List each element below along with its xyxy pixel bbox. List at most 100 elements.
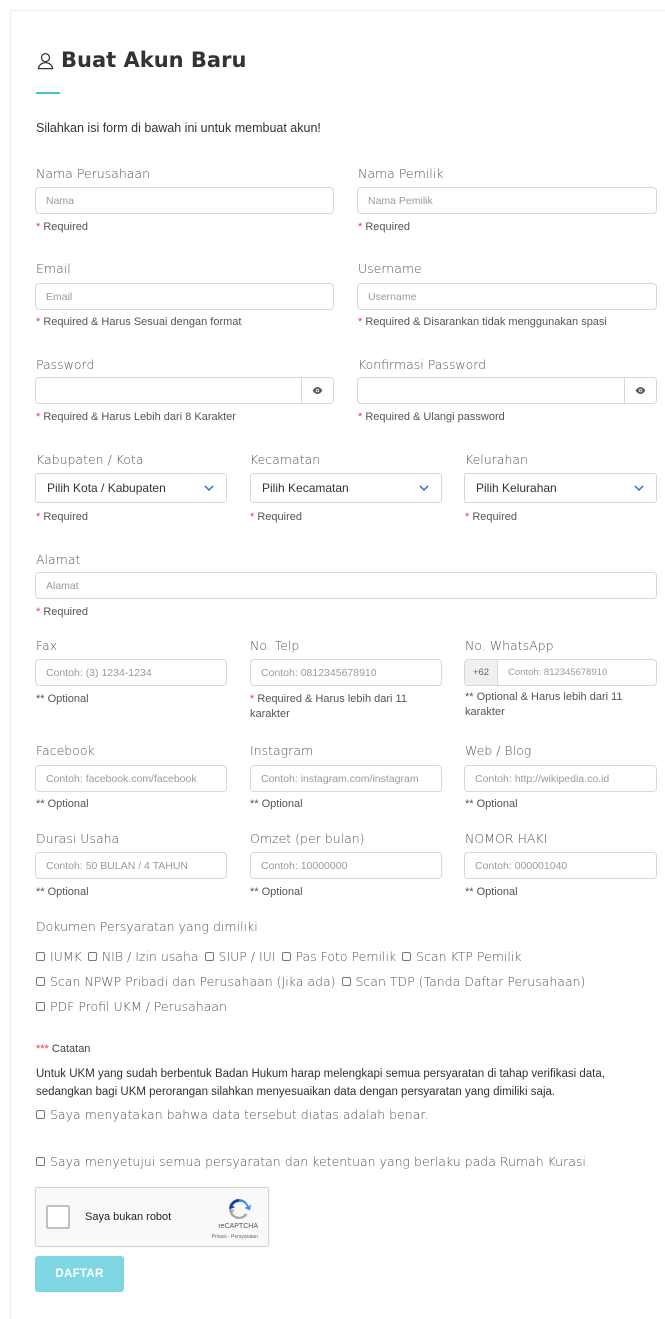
agree-data-benar[interactable]: Saya menyatakan bahwa data tersebut diat… [36, 1107, 428, 1122]
email-input[interactable]: Email [35, 283, 334, 310]
haki-label: NOMOR HAKI [465, 831, 548, 846]
eye-icon [635, 387, 646, 394]
kecamatan-select[interactable]: Pilih Kecamatan [250, 473, 442, 503]
web-label: Web / Blog [465, 743, 532, 758]
show-password-toggle[interactable] [301, 378, 333, 403]
konfirmasi-password-label: Konfirmasi Password [358, 357, 487, 372]
nama-pemilik-hint: * Required [358, 220, 410, 235]
username-input[interactable]: Username [357, 283, 657, 310]
documents-row-1: IUMK NIB / Izin usaha SIUP / IUI Pas Fot… [36, 949, 528, 964]
kecamatan-selected: Pilih Kecamatan [262, 481, 349, 495]
checkbox[interactable] [36, 952, 45, 961]
note-title-text: Catatan [48, 1043, 91, 1055]
recaptcha-brand: reCAPTCHA [218, 1223, 258, 1230]
web-hint: ** Optional [465, 798, 518, 810]
title-underline [36, 92, 60, 94]
username-hint: * Required & Disarankan tidak menggunaka… [358, 315, 607, 330]
kabupaten-selected: Pilih Kota / Kabupaten [47, 481, 166, 495]
whatsapp-hint: ** Optional & Harus lebih dari 11 karakt… [465, 691, 623, 718]
alamat-input[interactable]: Alamat [35, 572, 657, 599]
omzet-input[interactable]: Contoh: 10000000 [250, 852, 442, 879]
nama-perusahaan-input[interactable]: Nama [35, 187, 334, 214]
konfirmasi-password-input[interactable] [357, 377, 657, 404]
page-title-text: Buat Akun Baru [61, 48, 247, 72]
doc-checkbox-pdf-profil[interactable]: PDF Profil UKM / Perusahaan [36, 999, 227, 1014]
fax-hint: ** Optional [36, 693, 89, 705]
instagram-label: Instagram [250, 743, 314, 758]
fax-input[interactable]: Contoh: (3) 1234-1234 [35, 659, 227, 686]
doc-checkbox-siup[interactable]: SIUP / IUI [204, 949, 276, 964]
doc-label: PDF Profil UKM / Perusahaan [50, 999, 227, 1014]
doc-label: SIUP / IUI [218, 949, 276, 964]
show-konfirmasi-toggle[interactable] [624, 378, 656, 403]
doc-checkbox-ktp[interactable]: Scan KTP Pemilik [402, 949, 522, 964]
checkbox[interactable] [87, 952, 97, 961]
agree-terms[interactable]: Saya menyetujui semua persyaratan dan ke… [36, 1154, 590, 1169]
hint-text: Required [469, 511, 517, 523]
email-label: Email [36, 261, 71, 276]
facebook-input[interactable]: Contoh: facebook.com/facebook [35, 765, 227, 792]
doc-checkbox-nib[interactable]: NIB / Izin usaha [87, 949, 199, 964]
kelurahan-selected: Pilih Kelurahan [476, 481, 557, 495]
doc-checkbox-tdp[interactable]: Scan TDP (Tanda Daftar Perusahaan) [341, 974, 585, 989]
hint-text: Required [40, 221, 88, 233]
doc-checkbox-iumk[interactable]: IUMK [36, 949, 82, 964]
checkbox[interactable] [204, 952, 214, 961]
hint-text: Required [40, 606, 88, 618]
telp-input[interactable]: Contoh: 0812345678910 [250, 659, 442, 686]
checkbox[interactable] [281, 952, 291, 961]
doc-label: Scan KTP Pemilik [416, 949, 522, 964]
checkbox[interactable] [36, 977, 45, 986]
alamat-label: Alamat [36, 552, 81, 567]
doc-label: IUMK [50, 949, 82, 964]
daftar-button[interactable]: DAFTAR [35, 1256, 124, 1292]
kelurahan-select[interactable]: Pilih Kelurahan [464, 473, 657, 503]
kelurahan-label: Kelurahan [465, 452, 528, 467]
kecamatan-hint: * Required [250, 510, 302, 525]
documents-row-3: PDF Profil UKM / Perusahaan [36, 999, 233, 1014]
hint-text: Required [362, 221, 410, 233]
alamat-hint: * Required [36, 605, 88, 620]
password-input[interactable] [35, 377, 334, 404]
nama-pemilik-input[interactable]: Nama Pemilik [357, 187, 657, 214]
doc-label: Scan NPWP Pribadi dan Perusahaan (Jika a… [50, 974, 336, 989]
recaptcha-logo-icon [229, 1199, 251, 1220]
page-title: Buat Akun Baru [36, 48, 246, 72]
documents-row-2: Scan NPWP Pribadi dan Perusahaan (Jika a… [36, 974, 591, 989]
recaptcha-terms[interactable]: Privasi - Persyaratan [212, 1234, 258, 1240]
omzet-hint: ** Optional [250, 886, 303, 898]
omzet-label: Omzet (per bulan) [250, 831, 365, 846]
whatsapp-placeholder: Contoh: 812345678910 [508, 667, 608, 678]
kelurahan-hint: * Required [465, 510, 517, 525]
note-title: *** Catatan [36, 1043, 90, 1055]
whatsapp-input[interactable]: +62 Contoh: 812345678910 [464, 659, 657, 686]
durasi-hint: ** Optional [36, 886, 89, 898]
recaptcha-label: Saya bukan robot [85, 1211, 172, 1223]
kabupaten-select[interactable]: Pilih Kota / Kabupaten [35, 473, 227, 503]
facebook-hint: ** Optional [36, 798, 89, 810]
checkbox[interactable] [36, 1002, 45, 1011]
recaptcha-widget: Saya bukan robot reCAPTCHA Privasi - Per… [35, 1187, 269, 1247]
durasi-input[interactable]: Contoh: 50 BULAN / 4 TAHUN [35, 852, 227, 879]
telp-label: No. Telp [250, 638, 300, 653]
web-input[interactable]: Contoh: http://wikipedia.co.id [464, 765, 657, 792]
checkbox[interactable] [36, 1157, 45, 1166]
recaptcha-checkbox[interactable] [46, 1205, 70, 1229]
password-label: Password [36, 357, 95, 372]
checkbox[interactable] [402, 952, 412, 961]
intro-text: Silahkan isi form di bawah ini untuk mem… [36, 121, 321, 135]
doc-checkbox-pas-foto[interactable]: Pas Foto Pemilik [281, 949, 396, 964]
checkbox[interactable] [341, 977, 351, 986]
checkbox[interactable] [36, 1110, 45, 1119]
haki-input[interactable]: Contoh: 000001040 [464, 852, 657, 879]
instagram-input[interactable]: Contoh: instagram.com/instagram [250, 765, 442, 792]
agree-data-label: Saya menyatakan bahwa data tersebut diat… [50, 1107, 429, 1122]
durasi-label: Durasi Usaha [36, 831, 120, 846]
doc-checkbox-npwp[interactable]: Scan NPWP Pribadi dan Perusahaan (Jika a… [36, 974, 336, 989]
nama-perusahaan-hint: * Required [36, 220, 88, 235]
password-hint: * Required & Harus Lebih dari 8 Karakter [36, 410, 236, 425]
email-hint: * Required & Harus Sesuai dengan format [36, 315, 241, 330]
telp-hint: * Required & Harus lebih dari 11 karakte… [250, 692, 440, 722]
doc-label: NIB / Izin usaha [101, 949, 199, 964]
phone-prefix: +62 [465, 660, 498, 685]
